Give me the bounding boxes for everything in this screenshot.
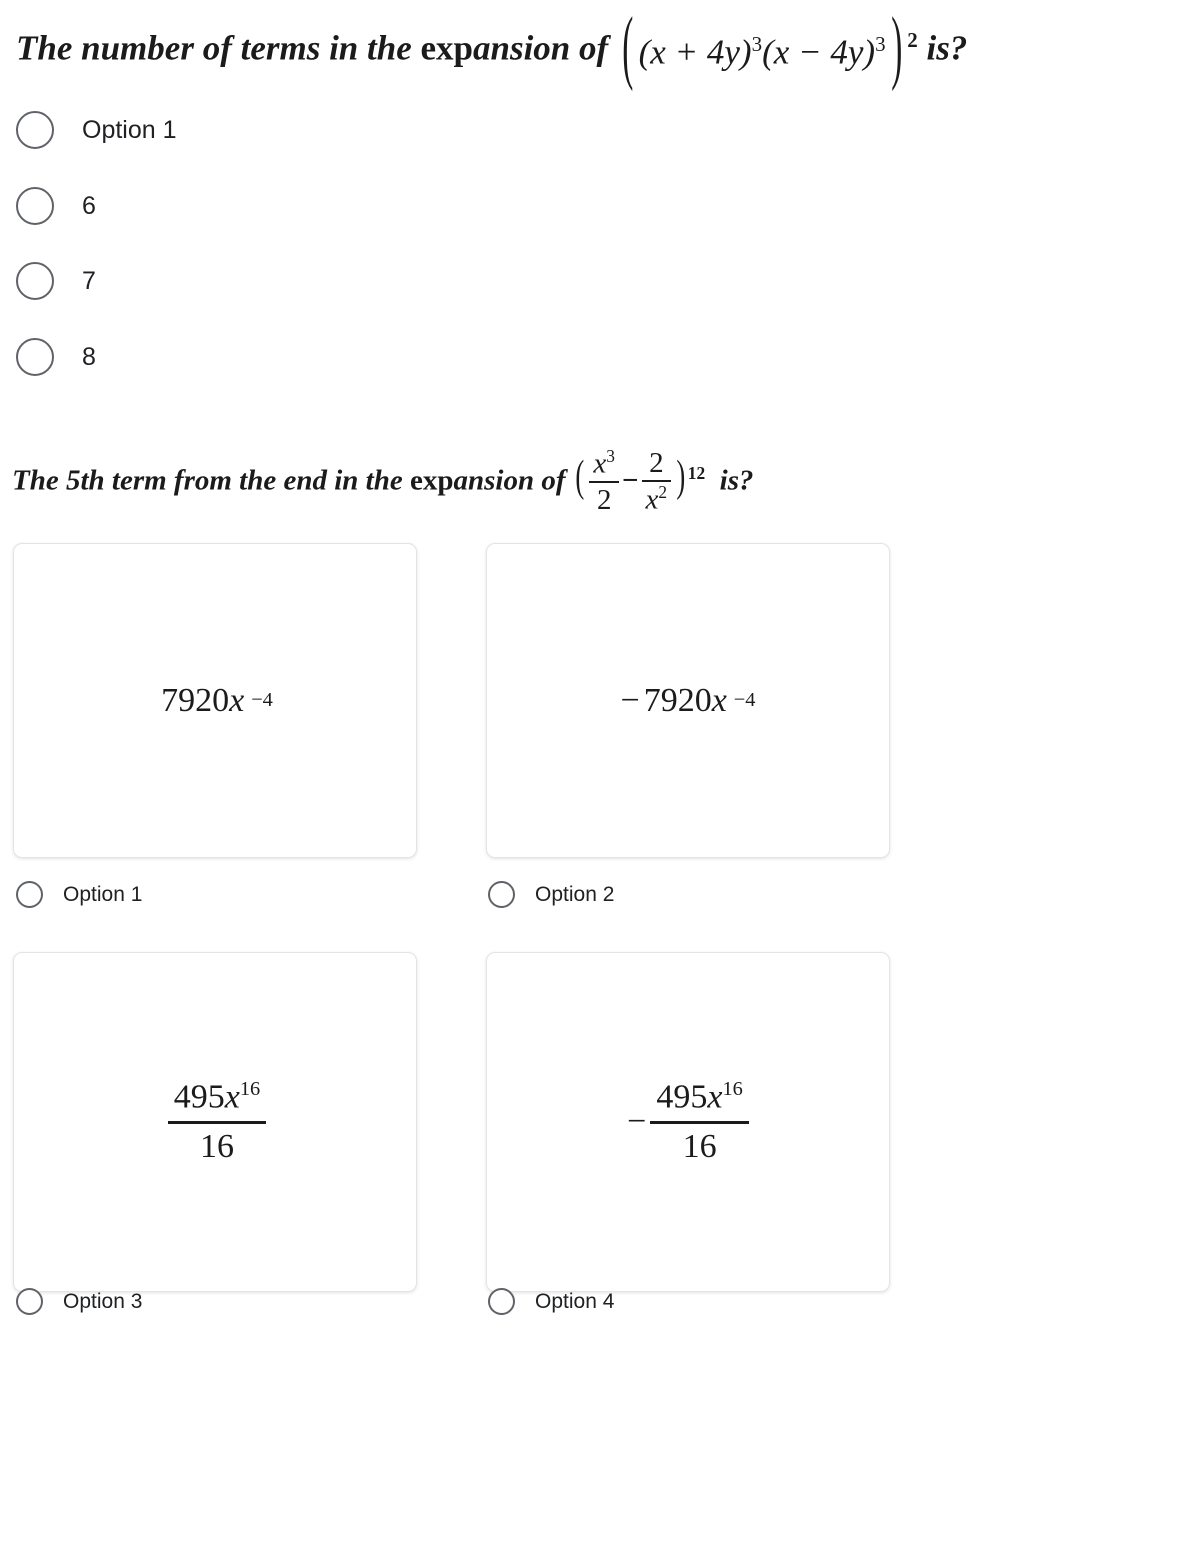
- q2-answer-card-2[interactable]: −7920 x −4: [486, 543, 890, 858]
- q2-card-2-coefficient: 7920: [643, 681, 712, 719]
- q2-card-3-fraction: 495x16 16: [167, 1077, 267, 1168]
- q1-option-label-1: Option 1: [82, 115, 177, 144]
- question-2-fraction-2: 2 x2: [641, 447, 672, 517]
- q1-radio-4[interactable]: [16, 338, 54, 376]
- q2-card-1-exponent: −4: [251, 689, 273, 712]
- q2-card-1-coefficient: 7920: [161, 681, 230, 719]
- q2-card-3-numerator-coefficient: 495: [173, 1077, 225, 1115]
- question-2-fraction-1: x3 2: [589, 446, 619, 517]
- q2-card-3-fraction-bar: [167, 1120, 267, 1124]
- question-2-paren-close: ): [676, 452, 686, 502]
- q2-answer-card-4[interactable]: − 495x16 16: [486, 952, 890, 1292]
- q2-answer-card-3[interactable]: 495x16 16: [13, 952, 417, 1292]
- q2-card-4-numerator-exponent: 16: [722, 1077, 743, 1100]
- question-1-prefix: The number of terms in the: [16, 28, 421, 68]
- q2-card-4-sign: −: [627, 1102, 647, 1140]
- q2-card-1-formula: 7920 x −4: [157, 681, 273, 719]
- q2-card-3-denominator: 16: [199, 1127, 234, 1165]
- question-2-outer-exponent: 12: [687, 462, 706, 483]
- q2-radio-3[interactable]: [16, 1288, 43, 1315]
- q1-option-label-2: 6: [82, 191, 96, 220]
- q2-card-4-fraction-bar: [650, 1120, 749, 1124]
- question-1-exp-word: exp: [420, 28, 473, 68]
- q1-option-label-3: 7: [82, 266, 96, 295]
- q2-card-4-denominator: 16: [682, 1127, 717, 1165]
- q2-card-4-fraction: 495x16 16: [650, 1077, 749, 1168]
- q2-card-3-formula: 495x16 16: [164, 1077, 267, 1168]
- q2-radio-1[interactable]: [16, 881, 43, 908]
- q1-option-label-4: 8: [82, 342, 96, 371]
- q1-radio-1[interactable]: [16, 111, 54, 149]
- q1-radio-3[interactable]: [16, 262, 54, 300]
- question-1-outer-paren-close: ): [890, 0, 902, 92]
- question-1-factor-2: (x − 4y)3: [762, 31, 886, 72]
- question-1-outer-paren-open: (: [622, 0, 634, 92]
- question-1-outer-exponent: 2: [907, 28, 918, 52]
- q2-radio-2[interactable]: [488, 881, 515, 908]
- q2-card-2-exponent: −4: [733, 689, 756, 712]
- q2-card-2-sign: −: [620, 681, 640, 719]
- q2-option-row-3[interactable]: Option 3: [16, 1288, 142, 1315]
- q1-option-row-3[interactable]: 7: [16, 262, 96, 300]
- q2-card-3-numerator-variable: x: [224, 1077, 240, 1115]
- q2-radio-4[interactable]: [488, 1288, 515, 1315]
- question-2-minus: −: [622, 464, 639, 497]
- q2-option-label-1: Option 1: [63, 882, 143, 906]
- question-2-paren-open: (: [575, 452, 585, 502]
- question-1-ansion-of: ansion of: [472, 28, 617, 68]
- question-2-exp-word: exp: [409, 464, 454, 497]
- q2-card-4-numerator-coefficient: 495: [656, 1077, 708, 1115]
- q2-option-label-2: Option 2: [535, 882, 615, 906]
- q2-option-row-1[interactable]: Option 1: [16, 881, 142, 908]
- q2-card-2-formula: −7920 x −4: [620, 681, 756, 719]
- q2-card-4-formula: − 495x16 16: [627, 1077, 749, 1168]
- q1-option-row-1[interactable]: Option 1: [16, 111, 177, 149]
- q2-card-4-numerator-variable: x: [707, 1077, 723, 1115]
- q2-option-label-3: Option 3: [63, 1289, 143, 1313]
- q1-option-row-4[interactable]: 8: [16, 338, 96, 376]
- q2-card-1-variable: x: [229, 681, 245, 719]
- q2-card-2-variable: x: [711, 681, 727, 719]
- q2-card-3-numerator-exponent: 16: [239, 1077, 261, 1100]
- question-1-text: The number of terms in the expansion of …: [16, 5, 968, 87]
- q1-option-row-2[interactable]: 6: [16, 187, 96, 225]
- q2-option-row-4[interactable]: Option 4: [488, 1288, 614, 1315]
- question-2-ansion-of: ansion of: [453, 464, 573, 497]
- question-1-tail: is?: [926, 28, 968, 68]
- q1-radio-2[interactable]: [16, 187, 54, 225]
- question-1-factor-1: (x + 4y)3: [638, 31, 763, 72]
- q2-answer-card-1[interactable]: 7920 x −4: [13, 543, 417, 858]
- question-2-text: The 5th term from the end in the expansi…: [12, 446, 754, 518]
- question-2-prefix: The 5th term from the end in the: [12, 464, 410, 497]
- q2-option-row-2[interactable]: Option 2: [488, 881, 614, 908]
- question-2-tail: is?: [719, 464, 754, 497]
- q2-option-label-4: Option 4: [535, 1289, 615, 1313]
